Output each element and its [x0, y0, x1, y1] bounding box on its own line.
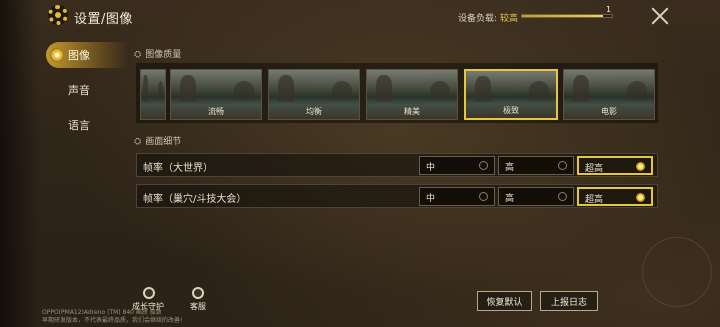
option-label: 高	[505, 163, 515, 173]
option-label: 高	[505, 194, 515, 204]
quality-option-cinematic[interactable]: 电影	[563, 69, 655, 120]
close-icon[interactable]	[650, 6, 670, 26]
left-shade	[0, 0, 40, 327]
quality-option-fine[interactable]: 精美	[366, 69, 458, 120]
row-label: 帧率（巢穴/斗技大会）	[143, 194, 247, 205]
sidebar-item-label: 声音	[68, 84, 90, 97]
framerate-arena-row: 帧率（巢穴/斗技大会） 中 高 超高	[136, 184, 658, 208]
option-high[interactable]: 高	[498, 187, 574, 206]
reset-default-button[interactable]: 恢复默认	[477, 291, 532, 311]
quality-option-ultimate[interactable]: 极致	[464, 69, 558, 120]
customer-service-icon[interactable]	[192, 287, 204, 299]
page-title: 设置/图像	[74, 12, 133, 27]
quality-option-label: 精美	[404, 107, 420, 116]
radio-selected-icon	[636, 193, 645, 202]
sidebar-item-sound[interactable]: 声音	[46, 77, 128, 103]
device-load-number: 1	[606, 5, 612, 14]
device-info: OPPO(PMA12)Adreno (TM) 840 画质 极致 早期研发版本，…	[42, 309, 272, 325]
sidebar-item-label: 图像	[68, 49, 90, 62]
option-high[interactable]: 高	[498, 156, 574, 175]
radio-icon	[479, 161, 488, 170]
radio-icon	[558, 161, 567, 170]
row-label: 帧率（大世界）	[143, 163, 213, 174]
option-ultra[interactable]: 超高	[577, 156, 653, 175]
sidebar-item-image[interactable]: 图像	[46, 42, 128, 68]
quality-option-label: 均衡	[306, 107, 322, 116]
option-label: 中	[426, 194, 436, 204]
device-load-fill	[522, 15, 603, 17]
section-title-quality: ⛭ 图像质量	[134, 50, 182, 60]
radio-icon	[479, 192, 488, 201]
option-label: 中	[426, 163, 436, 173]
header: 设置/图像 设备负载: 较高 1	[0, 0, 720, 34]
quality-option-smooth[interactable]: 流畅	[170, 69, 262, 120]
quality-option-balanced[interactable]: 均衡	[268, 69, 360, 120]
section-mark-icon: ⛭	[134, 137, 142, 147]
section-mark-icon: ⛭	[134, 50, 142, 60]
growth-guard-icon[interactable]	[143, 287, 155, 299]
option-ultra[interactable]: 超高	[577, 187, 653, 206]
sidebar-item-language[interactable]: 语言	[46, 112, 128, 138]
report-log-button[interactable]: 上报日志	[540, 291, 598, 311]
quality-option-label: 电影	[601, 107, 617, 116]
option-label: 超高	[585, 164, 604, 174]
decorative-emblem	[642, 237, 712, 307]
device-load-bar	[521, 14, 613, 18]
quality-option-partial[interactable]	[140, 69, 166, 120]
option-medium[interactable]: 中	[419, 156, 495, 175]
selected-dot-icon	[50, 48, 64, 62]
section-title-details: ⛭ 画面细节	[134, 137, 182, 147]
radio-selected-icon	[636, 162, 645, 171]
option-medium[interactable]: 中	[419, 187, 495, 206]
device-info-line: OPPO(PMA12)Adreno (TM) 840 画质 极致	[42, 309, 162, 316]
device-load-label: 设备负载:	[458, 14, 498, 24]
radio-icon	[558, 192, 567, 201]
sidebar: 图像 声音 语言	[46, 42, 128, 147]
quality-option-label: 流畅	[208, 107, 224, 116]
quality-option-label: 极致	[503, 106, 519, 115]
gear-icon	[48, 5, 68, 25]
device-info-line: 早期研发版本，不代表最终品质，我们会继续的改善!	[42, 317, 183, 324]
framerate-world-row: 帧率（大世界） 中 高 超高	[136, 153, 658, 177]
sidebar-item-label: 语言	[68, 119, 90, 132]
device-load-value: 较高	[500, 14, 519, 24]
option-label: 超高	[585, 195, 604, 205]
